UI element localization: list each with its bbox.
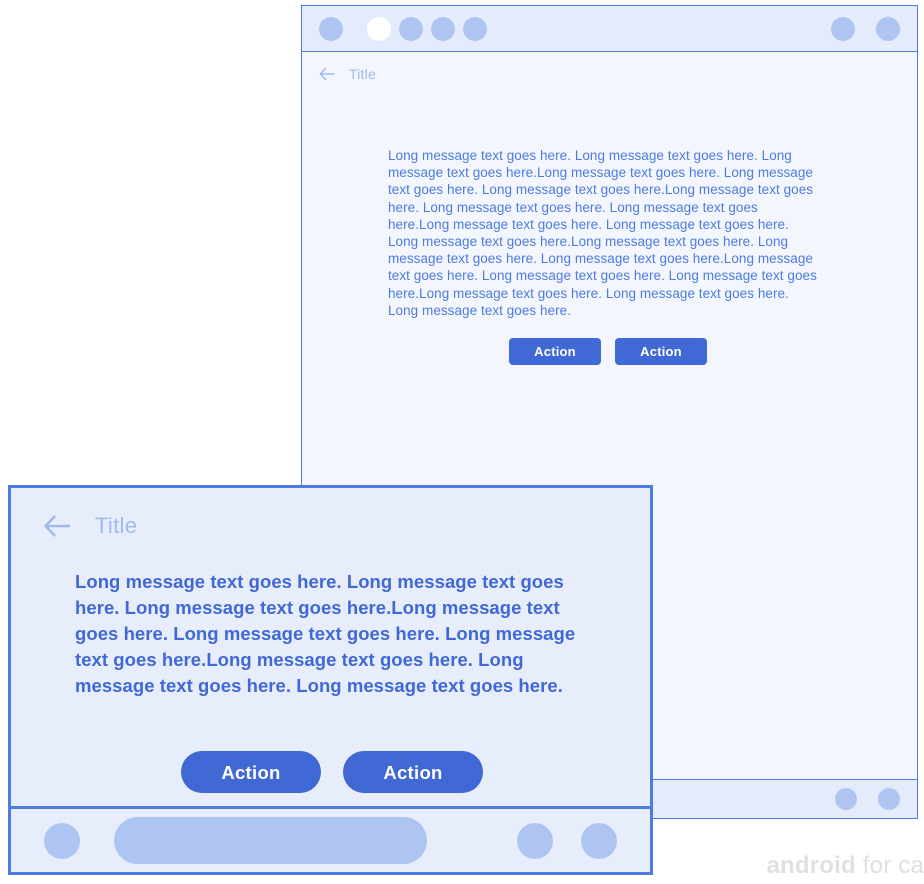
- long-message-text: Long message text goes here. Long messag…: [75, 571, 576, 696]
- search-input[interactable]: [114, 817, 427, 864]
- foreground-app-bar: Title: [11, 488, 650, 564]
- bottom-right-group: [517, 822, 617, 859]
- nav-icon-1-icon[interactable]: [835, 788, 857, 810]
- nav-icon-2-icon[interactable]: [878, 788, 900, 810]
- arrow-left-icon[interactable]: [41, 511, 73, 541]
- arrow-left-icon[interactable]: [318, 65, 336, 83]
- status-dot-1-icon: [319, 16, 343, 41]
- watermark-strong-text: android: [766, 852, 856, 879]
- nav-circle-icon[interactable]: [44, 822, 80, 859]
- android-for-cars-watermark: android for ca: [767, 852, 924, 880]
- nav-icon-1-icon[interactable]: [517, 822, 553, 859]
- bottom-right-group: [835, 788, 900, 810]
- long-message-text: Long message text goes here. Long messag…: [388, 148, 817, 318]
- action-button-2[interactable]: Action: [343, 751, 483, 793]
- nav-icon-2-icon[interactable]: [581, 822, 617, 859]
- status-dot-3-icon: [399, 16, 423, 41]
- background-app-bar: Title: [302, 52, 917, 96]
- foreground-content-area: Long message text goes here. Long messag…: [11, 564, 650, 806]
- action-button-1[interactable]: Action: [509, 338, 601, 365]
- foreground-bottom-bar: [11, 806, 650, 872]
- status-indicator-group: [319, 16, 487, 41]
- background-action-row: Action Action: [509, 338, 707, 365]
- status-icon-2-icon: [876, 16, 900, 41]
- watermark-rest-text: for ca: [855, 852, 924, 879]
- action-button-1[interactable]: Action: [181, 751, 321, 793]
- status-icon-1-icon: [831, 16, 855, 41]
- status-dot-2-icon: [367, 16, 391, 41]
- foreground-detail-dialog: Title Long message text goes here. Long …: [8, 485, 653, 875]
- background-status-bar: [302, 6, 917, 52]
- status-dot-5-icon: [463, 16, 487, 41]
- page-title: Title: [349, 66, 376, 82]
- status-right-group: [831, 16, 900, 41]
- action-button-2[interactable]: Action: [615, 338, 707, 365]
- page-title: Title: [95, 513, 138, 538]
- status-dot-4-icon: [431, 16, 455, 41]
- foreground-action-row: Action Action: [181, 751, 483, 793]
